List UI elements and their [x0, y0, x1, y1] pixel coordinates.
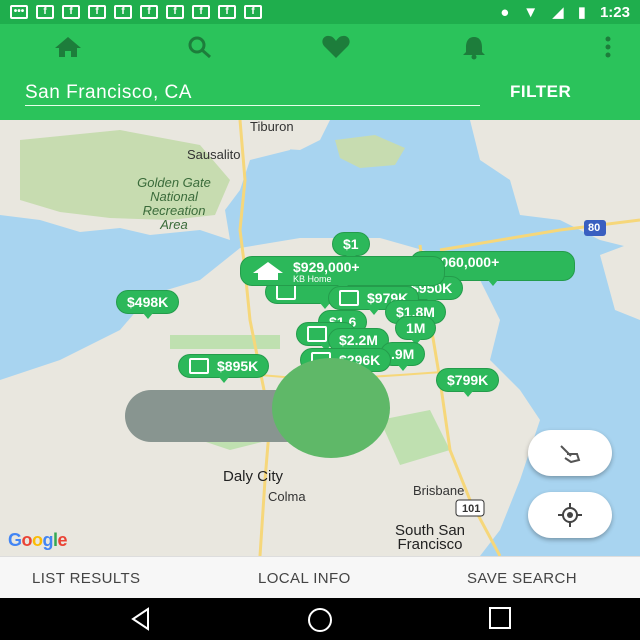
my-location-button[interactable] — [528, 492, 612, 538]
map-label-colma: Colma — [268, 489, 306, 504]
crosshair-icon — [558, 503, 582, 527]
facebook-icon: f — [114, 5, 132, 19]
hand-pointer-icon — [560, 445, 581, 464]
home-icon[interactable] — [50, 32, 86, 62]
price-pin[interactable]: $929,000+ KB Home — [240, 256, 445, 291]
map-label-sausalito: Sausalito — [187, 147, 241, 162]
facebook-icon: f — [62, 5, 80, 19]
filter-button[interactable]: FILTER — [510, 82, 571, 102]
list-results-button[interactable]: LIST RESULTS — [32, 570, 140, 587]
recents-icon[interactable] — [488, 606, 512, 630]
facebook-icon: f — [166, 5, 184, 19]
google-logo: Google — [8, 530, 68, 550]
bottom-action-bar: LIST RESULTS LOCAL INFO SAVE SEARCH — [0, 556, 640, 598]
battery-icon: ▮ — [577, 4, 586, 21]
signal-icon: ◢ — [552, 4, 564, 21]
map-label-ggnra: Golden Gate National Recreation Area — [137, 175, 211, 232]
map-view[interactable]: Tiburon Sausalito Golden Gate National R… — [0, 120, 640, 556]
more-icon[interactable] — [590, 32, 626, 62]
heart-icon[interactable] — [318, 32, 354, 62]
calendar-icon — [276, 284, 296, 300]
map-label-brisbane: Brisbane — [413, 483, 465, 498]
bell-icon[interactable] — [456, 32, 492, 62]
facebook-icon: f — [88, 5, 106, 19]
save-search-button[interactable]: SAVE SEARCH — [467, 570, 577, 587]
clock: 1:23 — [599, 3, 630, 21]
calendar-icon — [339, 290, 359, 306]
price-pin[interactable]: 1M — [395, 316, 437, 345]
location-search-input[interactable]: San Francisco, CA — [25, 82, 480, 106]
price-pin[interactable]: $498K — [116, 290, 180, 319]
map-label-daly-city: Daly City — [223, 468, 284, 485]
redacted-overlay — [272, 358, 390, 458]
facebook-icon: f — [218, 5, 236, 19]
map-label-tiburon: Tiburon — [250, 120, 294, 134]
status-bar: ••• f f f f f f f f f ● ▼ ◢ ▮ 1:23 — [0, 0, 640, 24]
map-label-south-sf: South San Francisco — [394, 522, 466, 553]
facebook-icon: f — [36, 5, 54, 19]
calendar-icon — [307, 326, 327, 342]
facebook-icon: f — [192, 5, 210, 19]
price-pin[interactable]: $1 — [332, 232, 370, 261]
location-icon: ● — [500, 3, 510, 21]
wifi-icon: ▼ — [523, 3, 539, 21]
home-nav-icon[interactable] — [306, 606, 334, 634]
price-pin[interactable]: $799K — [436, 368, 500, 397]
app-bar: San Francisco, CA FILTER — [0, 24, 640, 120]
local-info-button[interactable]: LOCAL INFO — [258, 570, 351, 587]
system-nav-bar — [0, 598, 640, 640]
draw-search-button[interactable] — [528, 430, 612, 476]
facebook-icon: f — [244, 5, 262, 19]
calendar-icon — [189, 358, 209, 374]
highway-101-label: 101 — [462, 503, 481, 515]
highway-80-label: 80 — [588, 222, 601, 234]
price-pin[interactable]: $895K — [178, 354, 270, 383]
home-builder-icon — [253, 262, 283, 280]
back-icon[interactable] — [128, 606, 154, 632]
messenger-icon: ••• — [10, 5, 28, 19]
facebook-icon: f — [140, 5, 158, 19]
search-icon[interactable] — [182, 32, 218, 62]
